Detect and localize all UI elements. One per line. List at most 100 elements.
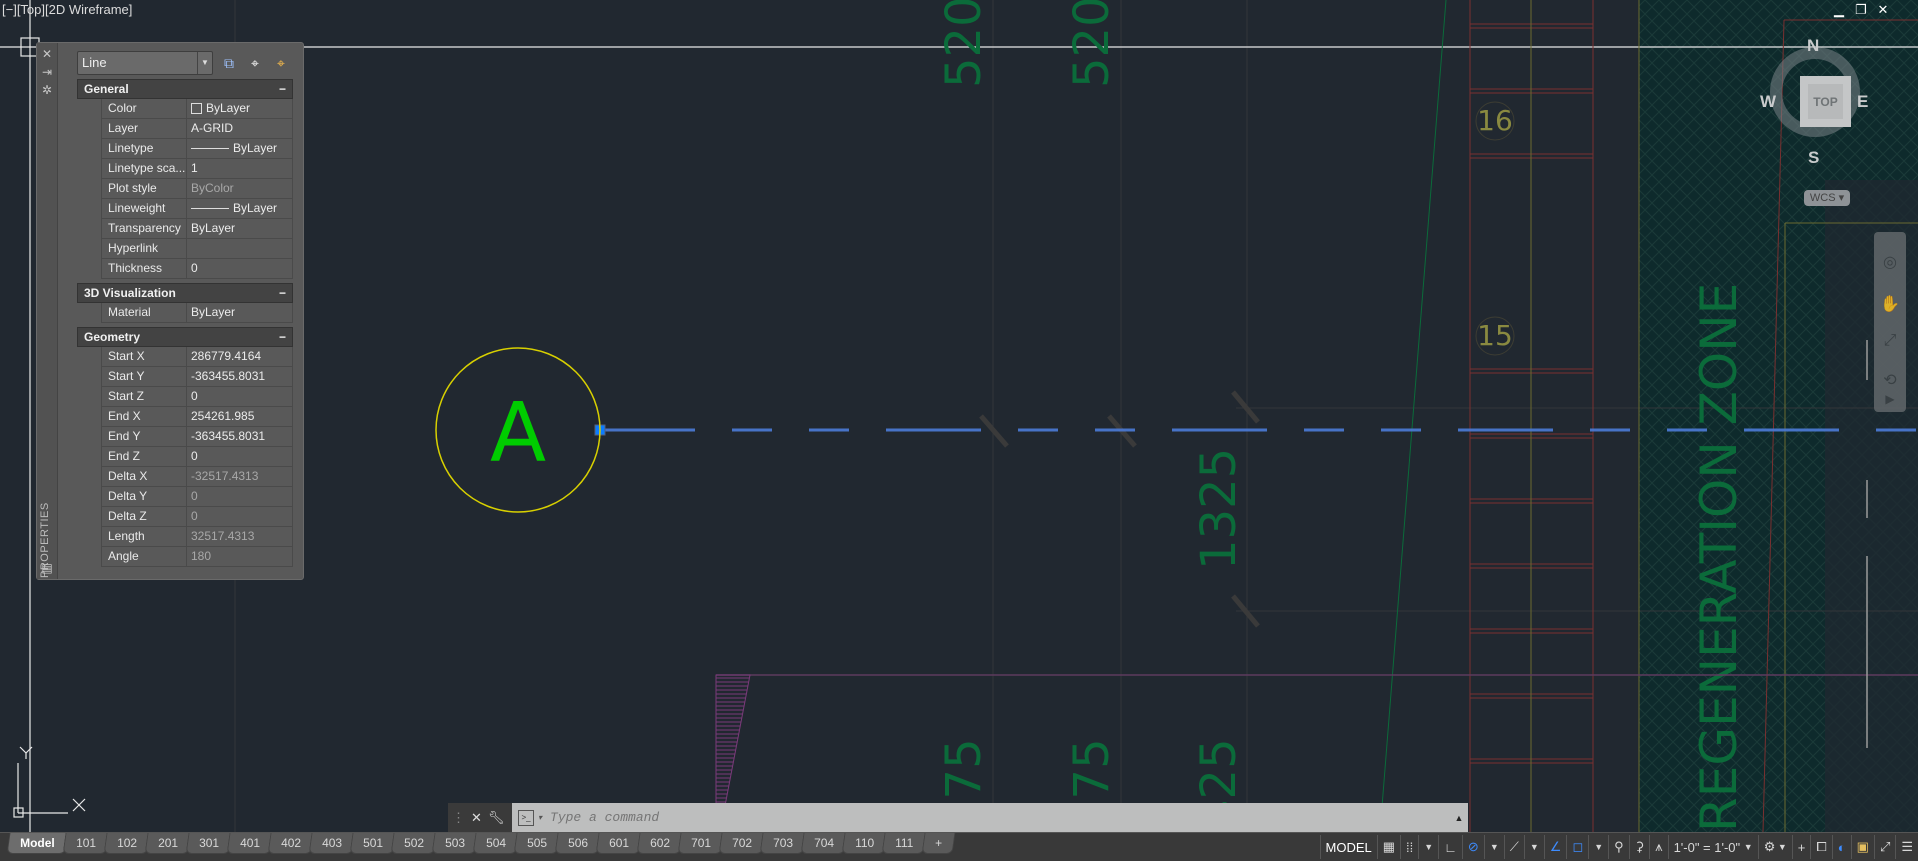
property-row[interactable]: Delta X-32517.4313 (101, 467, 293, 487)
property-value[interactable]: 1 (187, 159, 293, 178)
layout-tab-703[interactable]: 703 (760, 833, 807, 854)
customize-wrench-icon[interactable]: 🔧︎ (488, 810, 505, 826)
close-palette-icon[interactable]: ✕ (40, 47, 54, 61)
compass-north[interactable]: N (1807, 36, 1819, 56)
compass-west[interactable]: W (1760, 92, 1776, 112)
property-row[interactable]: Thickness0 (101, 259, 293, 279)
section-header-3d-visualization[interactable]: 3D Visualization− (77, 283, 293, 303)
model-viewport[interactable]: 16 15 520 520 1325 775 775 425 REGENERAT… (0, 0, 1918, 832)
layout-tab-702[interactable]: 702 (719, 833, 766, 854)
property-row[interactable]: LinetypeByLayer (101, 139, 293, 159)
property-value[interactable]: ByLayer (187, 219, 293, 238)
model-space-toggle[interactable]: MODEL (1320, 835, 1377, 859)
property-row[interactable]: Delta Y0 (101, 487, 293, 507)
polar-dropdown-icon[interactable]: ▼ (1484, 835, 1504, 859)
layout-tab-110[interactable]: 110 (842, 833, 888, 854)
property-row[interactable]: TransparencyByLayer (101, 219, 293, 239)
layout-tab-504[interactable]: 504 (473, 833, 520, 854)
property-value[interactable]: ByLayer (187, 99, 293, 118)
steering-wheel-icon[interactable]: ◎ (1878, 252, 1902, 274)
recent-commands-dropdown[interactable]: ▾ (538, 813, 542, 822)
property-value[interactable]: ByLayer (187, 139, 293, 158)
layout-tab-503[interactable]: 503 (431, 833, 478, 854)
command-history-toggle[interactable]: ▲ (1450, 813, 1468, 823)
auto-scale-icon[interactable]: ⚳ (1629, 835, 1650, 859)
snap-dropdown-icon[interactable]: ▼ (1418, 835, 1438, 859)
layout-tab-model[interactable]: Model (7, 833, 69, 854)
annotation-visibility-icon[interactable]: ⚲ (1608, 835, 1629, 859)
property-value[interactable]: 0 (187, 259, 293, 278)
layout-tab-201[interactable]: 201 (144, 833, 191, 854)
layout-tab-601[interactable]: 601 (596, 833, 643, 854)
property-row[interactable]: Linetype sca...1 (101, 159, 293, 179)
autohide-icon[interactable]: ⇥ (40, 65, 54, 79)
close-command-line-icon[interactable]: ✕ (471, 810, 482, 826)
zoom-extents-icon[interactable]: ⤢ (1878, 332, 1902, 354)
property-row[interactable]: End Z0 (101, 447, 293, 467)
property-value[interactable]: -363455.8031 (187, 367, 293, 386)
layout-tab-701[interactable]: 701 (678, 833, 725, 854)
add-layout-tab-button[interactable]: + (921, 833, 955, 854)
ortho-toggle-icon[interactable]: ∟ (1438, 835, 1462, 859)
viewcube-face-top[interactable]: TOP (1800, 76, 1851, 127)
layout-tab-401[interactable]: 401 (226, 833, 273, 854)
property-value[interactable]: 286779.4164 (187, 347, 293, 366)
property-value[interactable] (187, 239, 293, 258)
layout-tab-101[interactable]: 101 (62, 833, 109, 854)
snap-toggle-icon[interactable]: ⁞⁞ (1400, 835, 1418, 859)
viewcube[interactable]: N S W E TOP WCS ▾ (1765, 40, 1865, 190)
showmotion-icon[interactable]: ▶ (1878, 392, 1902, 414)
collapse-icon[interactable]: − (279, 286, 286, 300)
isodraft-icon[interactable]: ⟋ (1504, 835, 1524, 859)
layout-tab-505[interactable]: 505 (514, 833, 561, 854)
toggle-pickadd-icon[interactable]: ⌖ (271, 53, 291, 73)
ucs-menu[interactable]: WCS ▾ (1804, 190, 1850, 206)
property-row[interactable]: Angle180 (101, 547, 293, 567)
property-value[interactable]: -363455.8031 (187, 427, 293, 446)
section-header-geometry[interactable]: Geometry− (77, 327, 293, 347)
minimize-button[interactable]: ▁ (1832, 2, 1846, 18)
property-row[interactable]: Hyperlink (101, 239, 293, 259)
annotation-scale-select[interactable]: 1'-0" = 1'-0" ▼ (1668, 835, 1758, 859)
compass-east[interactable]: E (1857, 92, 1868, 112)
layout-tab-501[interactable]: 501 (349, 833, 396, 854)
command-input[interactable] (548, 809, 1450, 826)
select-objects-icon[interactable]: ⌖ (245, 53, 265, 73)
units-plus-icon[interactable]: + (1792, 835, 1811, 859)
isolate-objects-icon[interactable]: ▣ (1851, 835, 1874, 859)
property-row[interactable]: ColorByLayer (101, 99, 293, 119)
palette-settings-icon[interactable]: ✲ (40, 83, 54, 97)
layout-tab-102[interactable]: 102 (103, 833, 150, 854)
customization-menu-icon[interactable]: ☰ (1895, 835, 1918, 859)
property-row[interactable]: LayerA-GRID (101, 119, 293, 139)
grid-toggle-icon[interactable]: ▦ (1377, 835, 1400, 859)
close-button[interactable]: ✕ (1876, 2, 1890, 18)
isodraft-dropdown-icon[interactable]: ▼ (1524, 835, 1544, 859)
layout-tab-506[interactable]: 506 (555, 833, 602, 854)
object-snap-icon[interactable]: ◻ (1566, 835, 1588, 859)
property-row[interactable]: Start Y-363455.8031 (101, 367, 293, 387)
property-row[interactable]: Plot styleByColor (101, 179, 293, 199)
layout-tab-301[interactable]: 301 (185, 833, 232, 854)
property-value[interactable]: 0 (187, 387, 293, 406)
property-row[interactable]: Length32517.4313 (101, 527, 293, 547)
object-type-select[interactable]: Line ▼ (77, 51, 213, 75)
layout-tab-602[interactable]: 602 (637, 833, 684, 854)
property-row[interactable]: End Y-363455.8031 (101, 427, 293, 447)
property-row[interactable]: LineweightByLayer (101, 199, 293, 219)
section-header-general[interactable]: General− (77, 79, 293, 99)
annotation-scale-icon[interactable]: ⩚ (1649, 835, 1667, 859)
property-row[interactable]: Delta Z0 (101, 507, 293, 527)
command-prompt-icon[interactable]: >_ (518, 810, 534, 826)
orbit-icon[interactable]: ⟲ (1878, 370, 1902, 392)
property-value[interactable]: ByLayer (187, 199, 293, 218)
property-row[interactable]: Start Z0 (101, 387, 293, 407)
polar-tracking-icon[interactable]: ⊘ (1462, 835, 1484, 859)
layout-tab-403[interactable]: 403 (308, 833, 355, 854)
clean-screen-icon[interactable]: ⤢ (1874, 835, 1895, 859)
palette-title-strip[interactable]: ✕ ⇥ ✲ PROPERTIES ▤ (37, 43, 58, 579)
property-row[interactable]: End X254261.985 (101, 407, 293, 427)
restore-button[interactable]: ❐ (1854, 2, 1868, 18)
quick-properties-icon[interactable]: ⧠ (1810, 835, 1831, 859)
property-row[interactable]: MaterialByLayer (101, 303, 293, 323)
